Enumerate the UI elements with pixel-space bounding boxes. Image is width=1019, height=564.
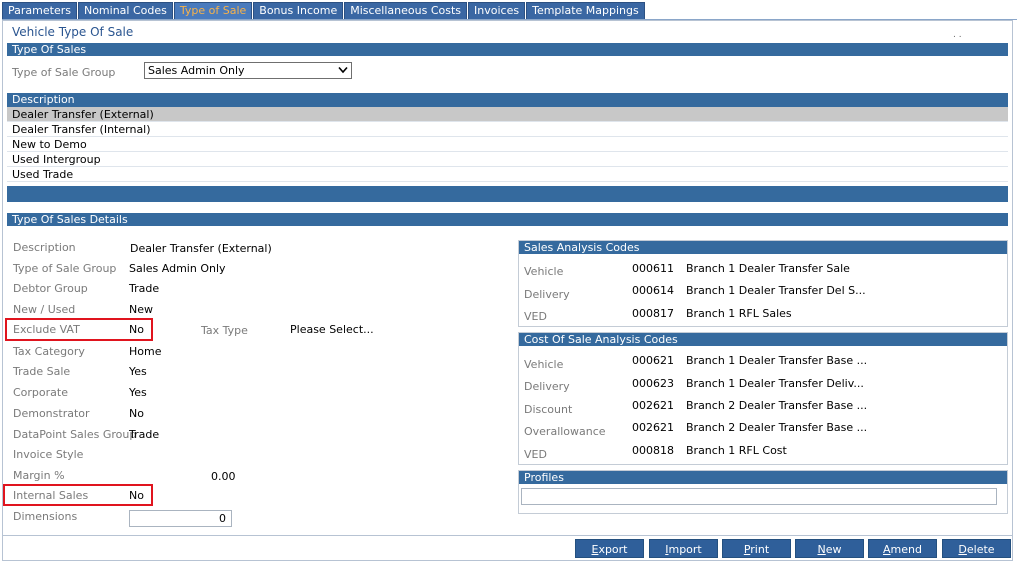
description-list-footer <box>7 186 1008 202</box>
cost-of-sale-desc: Branch 1 Dealer Transfer Base ... <box>686 354 868 367</box>
sales-analysis-header: Sales Analysis Codes <box>519 241 1007 254</box>
debtor-group-label: Debtor Group <box>13 282 88 295</box>
tab-bar: Parameters Nominal Codes Type of Sale Bo… <box>2 2 646 19</box>
type-of-sale-group-detail-value: Sales Admin Only <box>129 262 226 275</box>
type-of-sale-group-select[interactable]: Sales Admin Only <box>144 62 352 79</box>
dimensions-label: Dimensions <box>13 510 78 523</box>
sales-analysis-desc: Branch 1 Dealer Transfer Sale <box>686 262 850 275</box>
margin-value: 0.00 <box>211 470 236 483</box>
sales-analysis-desc: Branch 1 Dealer Transfer Del S... <box>686 284 866 297</box>
exclude-vat-label: Exclude VAT <box>13 323 80 336</box>
tab-type-of-sale[interactable]: Type of Sale <box>173 2 253 19</box>
tab-template-mappings[interactable]: Template Mappings <box>526 2 645 19</box>
type-of-sales-header: Type Of Sales <box>7 43 1008 56</box>
description-label: Description <box>13 241 76 254</box>
list-item[interactable]: Used Intergroup <box>7 152 1008 167</box>
delete-button[interactable]: Delete <box>942 539 1011 558</box>
tab-invoices[interactable]: Invoices <box>468 2 526 19</box>
cost-of-sale-code: 002621 <box>632 399 674 412</box>
type-of-sale-group-selected: Sales Admin Only <box>148 64 245 77</box>
cost-of-sale-label: Delivery <box>524 380 570 393</box>
list-item[interactable]: Dealer Transfer (Internal) <box>7 122 1008 137</box>
cost-of-sale-desc: Branch 2 Dealer Transfer Base ... <box>686 421 868 434</box>
page-title: Vehicle Type Of Sale <box>12 25 134 39</box>
type-of-sale-group-label: Type of Sale Group <box>12 66 116 79</box>
demonstrator-label: Demonstrator <box>13 407 90 420</box>
datapoint-sales-group-label: DataPoint Sales Group <box>13 428 137 441</box>
dimensions-input[interactable]: 0 <box>129 510 232 527</box>
trade-sale-label: Trade Sale <box>13 365 71 378</box>
profiles-header: Profiles <box>519 471 1007 484</box>
sales-analysis-label: VED <box>524 310 547 323</box>
internal-sales-value: No <box>129 489 144 502</box>
exclude-vat-value: No <box>129 323 144 336</box>
cost-of-sale-code: 000623 <box>632 377 674 390</box>
datapoint-sales-group-value: Trade <box>129 428 160 441</box>
demonstrator-value: No <box>129 407 144 420</box>
list-item[interactable]: Used Trade <box>7 167 1008 182</box>
new-used-value: New <box>129 303 153 316</box>
import-button[interactable]: Import <box>649 539 718 558</box>
tax-type-value: Please Select... <box>290 323 374 336</box>
cost-of-sale-code: 000818 <box>632 444 674 457</box>
new-button[interactable]: New <box>795 539 864 558</box>
invoice-style-label: Invoice Style <box>13 448 84 461</box>
sales-analysis-label: Delivery <box>524 288 570 301</box>
cost-of-sale-label: Vehicle <box>524 358 564 371</box>
margin-label: Margin % <box>13 469 65 482</box>
cost-of-sale-label: VED <box>524 448 547 461</box>
cost-of-sale-code: 002621 <box>632 421 674 434</box>
sales-analysis-code: 000817 <box>632 307 674 320</box>
cost-of-sale-desc: Branch 1 RFL Cost <box>686 444 787 457</box>
cost-of-sale-desc: Branch 2 Dealer Transfer Base ... <box>686 399 868 412</box>
corporate-label: Corporate <box>13 386 68 399</box>
profiles-input[interactable] <box>521 488 997 505</box>
corporate-value: Yes <box>129 386 147 399</box>
print-button[interactable]: Print <box>722 539 791 558</box>
footer-divider <box>2 535 1013 536</box>
cost-of-sale-header: Cost Of Sale Analysis Codes <box>519 333 1007 346</box>
description-list: Dealer Transfer (External) Dealer Transf… <box>7 107 1008 182</box>
trade-sale-value: Yes <box>129 365 147 378</box>
corner-marks: . . <box>953 30 962 40</box>
tax-category-label: Tax Category <box>13 345 85 358</box>
type-of-sale-group-detail-label: Type of Sale Group <box>13 262 117 275</box>
details-header: Type Of Sales Details <box>7 213 1008 226</box>
description-list-header: Description <box>7 93 1008 107</box>
cost-of-sale-label: Discount <box>524 403 573 416</box>
export-button[interactable]: Export <box>575 539 644 558</box>
sales-analysis-desc: Branch 1 RFL Sales <box>686 307 792 320</box>
tax-category-value: Home <box>129 345 162 358</box>
sales-analysis-code: 000611 <box>632 262 674 275</box>
list-item[interactable]: New to Demo <box>7 137 1008 152</box>
list-item[interactable]: Dealer Transfer (External) <box>7 107 1008 122</box>
cost-of-sale-label: Overallowance <box>524 425 606 438</box>
sales-analysis-code: 000614 <box>632 284 674 297</box>
debtor-group-value: Trade <box>129 282 160 295</box>
cost-of-sale-code: 000621 <box>632 354 674 367</box>
sales-analysis-label: Vehicle <box>524 265 564 278</box>
amend-button[interactable]: Amend <box>868 539 937 558</box>
tab-parameters[interactable]: Parameters <box>2 2 77 19</box>
new-used-label: New / Used <box>13 303 76 316</box>
tax-type-label: Tax Type <box>201 324 248 337</box>
tab-bonus-income[interactable]: Bonus Income <box>253 2 344 19</box>
chevron-down-icon <box>338 66 348 74</box>
cost-of-sale-desc: Branch 1 Dealer Transfer Deliv... <box>686 377 864 390</box>
tab-nominal-codes[interactable]: Nominal Codes <box>77 2 173 19</box>
internal-sales-label: Internal Sales <box>13 489 89 502</box>
tab-miscellaneous-costs[interactable]: Miscellaneous Costs <box>344 2 468 19</box>
description-value: Dealer Transfer (External) <box>130 242 272 255</box>
